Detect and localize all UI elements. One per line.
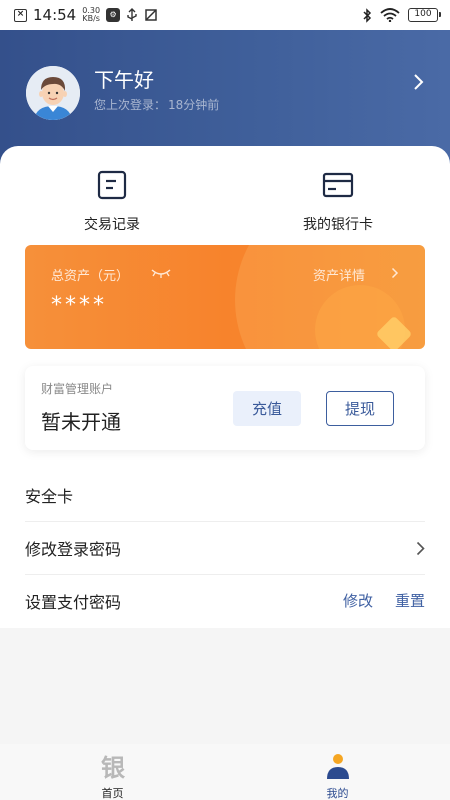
wifi-icon [380, 8, 400, 22]
quick-action-bank-cards[interactable]: 我的银行卡 [278, 170, 398, 234]
screenshot-icon [145, 9, 157, 21]
reset-pay-password-link[interactable]: 重置 [395, 590, 425, 611]
tab-label: 我的 [326, 787, 349, 800]
notification-close-icon: × [14, 8, 27, 22]
security-card-row[interactable]: 安全卡 [25, 468, 425, 521]
avatar[interactable] [26, 66, 80, 120]
last-login-value: 18分钟前 [168, 98, 220, 112]
eye-closed-icon[interactable] [151, 267, 171, 279]
avatar-illustration [26, 66, 80, 120]
change-login-password-row[interactable]: 修改登录密码 [25, 522, 425, 575]
home-yin-icon: 银 [101, 754, 126, 782]
chevron-right-icon [416, 541, 425, 555]
bottom-tab-bar: 银 首页 我的 [0, 744, 450, 800]
security-card-label: 安全卡 [25, 486, 74, 506]
wealth-account-status: 暂未开通 [41, 410, 121, 434]
status-time: 14:54 [33, 6, 77, 24]
quick-action-transactions[interactable]: 交易记录 [52, 170, 172, 234]
status-right: 100 [362, 7, 441, 23]
quick-action-label: 交易记录 [84, 217, 140, 233]
transaction-record-icon [97, 170, 127, 200]
total-assets-masked-value: **** [51, 293, 107, 318]
change-login-password-label: 修改登录密码 [25, 540, 122, 559]
last-login-label: 您上次登录： [94, 98, 167, 112]
recharge-button[interactable]: 充值 [233, 391, 301, 426]
battery-level: 100 [414, 9, 432, 19]
svg-text:银: 银 [101, 754, 126, 780]
set-pay-password-label: 设置支付密码 [25, 592, 122, 612]
user-profile-icon [326, 754, 349, 779]
net-speed: 0.30 KB/s [82, 7, 100, 23]
total-assets-card[interactable]: 总资产（元） 资产详情 **** [25, 245, 425, 349]
chevron-right-icon[interactable] [412, 72, 426, 92]
last-login-info: 您上次登录： 18分钟前 [94, 96, 219, 113]
tab-mine[interactable]: 我的 [225, 744, 450, 800]
quick-action-label: 我的银行卡 [303, 217, 373, 233]
bluetooth-icon [363, 7, 372, 23]
status-left: × 14:54 0.30 KB/s ⚙ [14, 6, 158, 24]
tab-home[interactable]: 银 首页 [0, 744, 225, 800]
asset-detail-link[interactable]: 资产详情 [313, 265, 365, 284]
total-assets-title: 总资产（元） [51, 269, 130, 284]
app-notification-icon: ⚙ [106, 8, 121, 22]
withdraw-button[interactable]: 提现 [326, 391, 394, 426]
main-content: 交易记录 我的银行卡 总资产（元） 资产详情 **** 财富管理账户 暂未开通 … [0, 146, 450, 628]
bank-card-icon [322, 172, 354, 198]
tab-label: 首页 [101, 787, 124, 800]
wealth-account-label: 财富管理账户 [41, 382, 114, 396]
net-speed-unit: KB/s [82, 14, 100, 23]
modify-pay-password-link[interactable]: 修改 [343, 590, 373, 611]
greeting-text: 下午好 [94, 68, 154, 92]
wealth-account-card: 财富管理账户 暂未开通 充值 提现 [25, 366, 425, 450]
battery-icon: 100 [408, 8, 441, 22]
chevron-right-icon [391, 267, 399, 279]
status-bar: × 14:54 0.30 KB/s ⚙ 100 [0, 0, 450, 30]
set-pay-password-row: 设置支付密码 修改 重置 [25, 574, 425, 627]
usb-icon [127, 8, 137, 21]
